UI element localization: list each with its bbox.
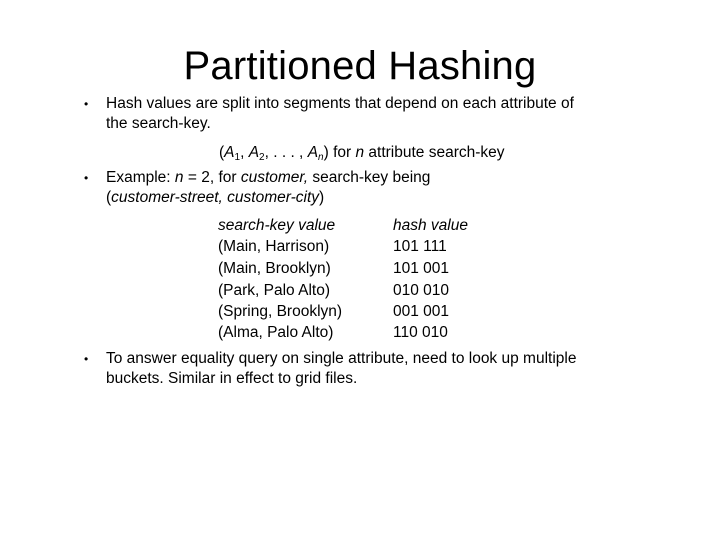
bullet-2-line-1: Example: n = 2, for customer, search-key… (106, 169, 431, 186)
table-row-hash: 001 001 (393, 303, 450, 320)
table-header-hash-value: hash value (393, 217, 468, 234)
table-row-hash: 010 010 (393, 282, 450, 299)
bullet-marker: • (84, 97, 89, 111)
table-row-key: (Main, Harrison) (218, 238, 330, 255)
formula: (A1, A2, . . . , An) for n attribute sea… (219, 144, 505, 163)
bullet-marker: • (84, 352, 89, 366)
table-row-key: (Park, Palo Alto) (218, 282, 330, 299)
table-row-hash: 101 111 (393, 238, 447, 255)
table-row-hash: 110 010 (393, 324, 448, 341)
bullet-3-line-1: To answer equality query on single attri… (106, 350, 577, 367)
table-row-hash: 101 001 (393, 260, 450, 277)
bullet-marker: • (84, 171, 89, 185)
slide-title: Partitioned Hashing (183, 44, 537, 88)
bullet-2-line-2: (customer-street, customer-city) (106, 189, 325, 206)
bullet-1-line-2: the search-key. (106, 115, 211, 132)
table-row-key: (Main, Brooklyn) (218, 260, 331, 277)
table-row-key: (Alma, Palo Alto) (218, 324, 334, 341)
bullet-1-line-1: Hash values are split into segments that… (106, 95, 574, 112)
table-row-key: (Spring, Brooklyn) (218, 303, 343, 320)
bullet-3-line-2: buckets. Similar in effect to grid files… (106, 370, 358, 387)
table-header-search-key: search-key value (218, 217, 336, 234)
